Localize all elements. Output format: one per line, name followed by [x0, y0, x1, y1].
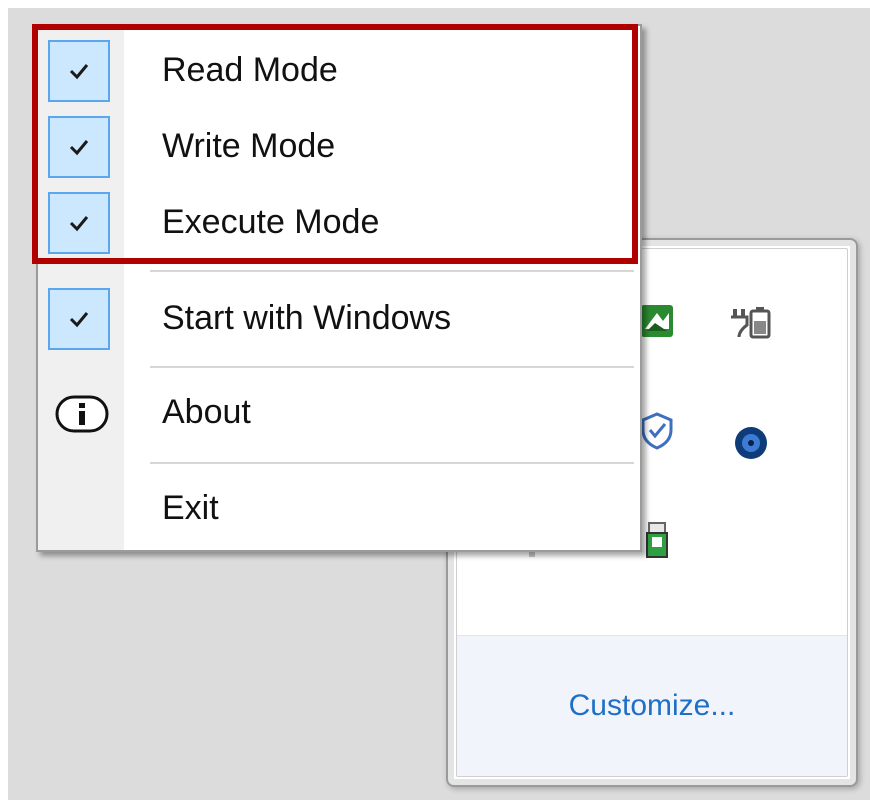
menu-item-label: Write Mode: [162, 126, 336, 165]
info-icon: [55, 395, 109, 433]
execute-mode-checkbox: [48, 192, 110, 254]
checkmark-icon: [69, 140, 89, 156]
menu-item-label: Exit: [162, 488, 219, 527]
menu-separator: [150, 462, 634, 464]
menu-item-label: About: [162, 392, 251, 431]
tray-footer: Customize...: [457, 635, 847, 776]
start-with-windows-checkbox: [48, 288, 110, 350]
menu-item-start-with-windows[interactable]: Start with Windows: [38, 282, 640, 358]
menu-item-exit[interactable]: Exit: [38, 472, 640, 548]
menu-item-label: Execute Mode: [162, 202, 380, 241]
menu-separator: [150, 366, 634, 368]
menu-item-about[interactable]: About: [38, 376, 640, 452]
menu-separator: [150, 270, 634, 272]
menu-item-write-mode[interactable]: Write Mode: [38, 110, 640, 186]
read-mode-checkbox: [48, 40, 110, 102]
customize-link[interactable]: Customize...: [569, 689, 736, 723]
menu-item-read-mode[interactable]: Read Mode: [38, 34, 640, 110]
menu-item-label: Read Mode: [162, 50, 338, 89]
battery-power-icon[interactable]: [729, 301, 773, 345]
write-mode-checkbox: [48, 116, 110, 178]
tray-context-menu: Read Mode Write Mode Execute Mode Start …: [36, 24, 642, 552]
blue-network-icon[interactable]: [729, 421, 773, 465]
checkmark-icon: [69, 216, 89, 232]
checkmark-icon: [69, 312, 89, 328]
checkmark-icon: [69, 64, 89, 80]
menu-item-execute-mode[interactable]: Execute Mode: [38, 186, 640, 262]
menu-item-label: Start with Windows: [162, 298, 452, 337]
